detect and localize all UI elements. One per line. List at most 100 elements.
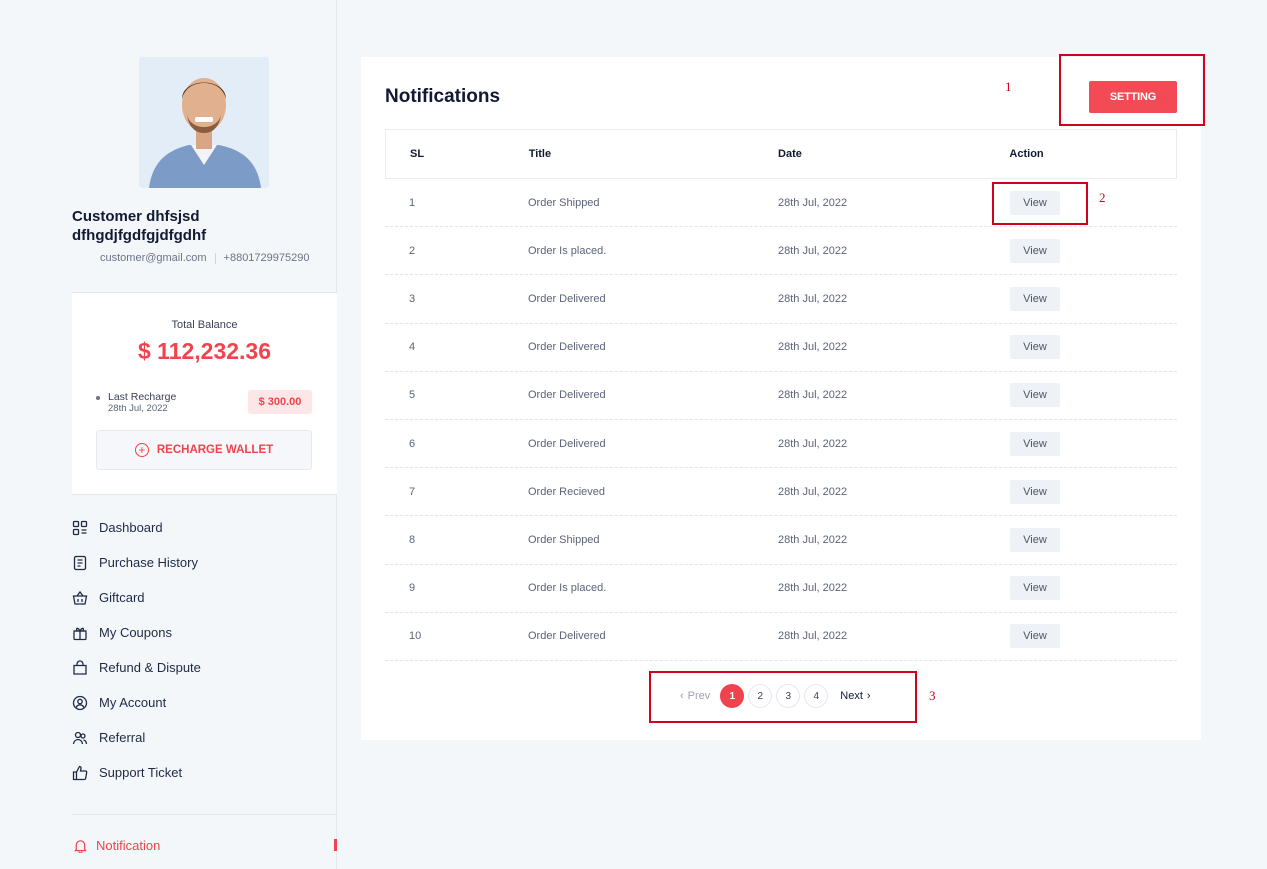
last-recharge-date: 28th Jul, 2022: [108, 403, 168, 414]
table-header: SL Title Date Action: [385, 129, 1177, 179]
row-action: View: [1010, 383, 1177, 408]
balance-amount: $ 112,232.36: [137, 338, 272, 364]
row-action: View: [1010, 286, 1177, 311]
table-row: 2 Order Is placed. 28th Jul, 2022 View: [385, 227, 1177, 276]
sidebar-item-support-ticket[interactable]: Support Ticket: [72, 755, 337, 790]
table-row: 8 Order Shipped 28th Jul, 2022 View: [385, 516, 1177, 565]
customer-email: customer@gmail.com: [100, 252, 207, 264]
table-row: 6 Order Delivered 28th Jul, 2022 View: [385, 420, 1177, 469]
row-title: Order Recieved: [528, 485, 606, 498]
row-title: Order Shipped: [528, 533, 600, 546]
row-sl: 2: [409, 244, 416, 257]
dashboard-icon: [72, 520, 88, 536]
row-sl: 7: [409, 485, 416, 498]
row-date: 28th Jul, 2022: [778, 341, 848, 354]
row-date: 28th Jul, 2022: [778, 630, 848, 643]
row-date: 28th Jul, 2022: [778, 485, 848, 498]
thumbs-up-icon: [72, 765, 88, 781]
avatar: [139, 57, 269, 188]
divider: [214, 252, 216, 264]
view-button[interactable]: View: [1010, 286, 1060, 311]
sidebar-item-giftcard[interactable]: Giftcard: [72, 580, 337, 615]
last-recharge-amount: $ 300.00: [248, 390, 312, 414]
row-title: Order Shipped: [528, 196, 600, 209]
view-button[interactable]: View: [1010, 431, 1060, 456]
view-button[interactable]: View: [1010, 238, 1060, 263]
row-date: 28th Jul, 2022: [778, 196, 848, 209]
row-date: 28th Jul, 2022: [778, 533, 848, 546]
avatar-photo: [139, 57, 269, 188]
row-date: 28th Jul, 2022: [778, 582, 848, 595]
row-action: View: [1010, 479, 1177, 504]
sidebar-item-label: Support Ticket: [99, 765, 183, 780]
sidebar-item-label: Dashboard: [99, 520, 163, 535]
recharge-wallet-button[interactable]: + RECHARGE WALLET: [96, 430, 312, 470]
user-circle-icon: [72, 695, 88, 711]
table-row: 10 Order Delivered 28th Jul, 2022 View: [385, 613, 1177, 661]
row-title: Order Delivered: [528, 437, 606, 450]
sidebar-item-referral[interactable]: Referral: [72, 720, 337, 755]
annotation-box-setting: [1059, 54, 1205, 126]
row-title: Order Is placed.: [528, 244, 607, 257]
table-row: 3 Order Delivered 28th Jul, 2022 View: [385, 275, 1177, 324]
notifications-card: Notifications SETTING SL Title Date Acti…: [361, 57, 1201, 740]
users-icon: [72, 730, 88, 746]
page-title: Notifications: [385, 86, 501, 107]
last-recharge-label: Last Recharge: [108, 391, 177, 403]
sidebar-menu: Dashboard Purchase History Giftcard My C…: [72, 510, 337, 790]
row-title: Order Delivered: [528, 630, 606, 643]
sidebar-item-my-account[interactable]: My Account: [72, 685, 337, 720]
row-action: View: [1010, 335, 1177, 360]
row-action: View: [1010, 576, 1177, 601]
wallet-card: Total Balance $ 112,232.36 Last Recharge…: [72, 292, 337, 495]
sidebar-item-label: Referral: [99, 730, 146, 745]
last-recharge: Last Recharge 28th Jul, 2022: [96, 391, 176, 415]
table-row: 5 Order Delivered 28th Jul, 2022 View: [385, 372, 1177, 420]
bell-icon: [72, 837, 88, 853]
annotation-label: 1: [1005, 79, 1012, 94]
row-title: Order Delivered: [528, 341, 606, 354]
table-row: 9 Order Is placed. 28th Jul, 2022 View: [385, 565, 1177, 613]
basket-icon: [72, 590, 88, 606]
sidebar-item-refund-dispute[interactable]: Refund & Dispute: [72, 650, 337, 685]
contact-info: customer@gmail.com +8801729975290: [100, 252, 310, 264]
bullet-icon: [96, 396, 100, 400]
row-sl: 3: [409, 292, 416, 305]
view-button[interactable]: View: [1010, 479, 1060, 504]
receipt-icon: [72, 555, 88, 571]
row-sl: 9: [409, 582, 416, 595]
row-sl: 1: [409, 196, 416, 209]
annotation-label: 3: [929, 688, 936, 703]
view-button[interactable]: View: [1010, 335, 1060, 360]
divider: [72, 814, 337, 815]
sidebar-item-notification[interactable]: Notification: [72, 836, 337, 854]
gift-icon: [72, 625, 88, 641]
view-button[interactable]: View: [1010, 576, 1060, 601]
row-action: View: [1010, 624, 1177, 649]
view-button[interactable]: View: [1010, 624, 1060, 649]
sidebar-item-my-coupons[interactable]: My Coupons: [72, 615, 337, 650]
column-header-title: Title: [528, 148, 552, 160]
column-header-date: Date: [778, 148, 802, 160]
sidebar-item-label: My Coupons: [99, 625, 172, 640]
view-button[interactable]: View: [1010, 527, 1060, 552]
row-sl: 4: [409, 341, 416, 354]
view-button[interactable]: View: [1010, 383, 1060, 408]
plus-circle-icon: +: [134, 443, 149, 457]
row-title: Order Is placed.: [528, 582, 607, 595]
row-sl: 6: [409, 437, 416, 450]
sidebar-item-label: My Account: [99, 695, 167, 710]
annotation-label: 2: [1099, 190, 1106, 205]
row-date: 28th Jul, 2022: [778, 437, 848, 450]
sidebar-item-dashboard[interactable]: Dashboard: [72, 510, 337, 545]
sidebar-item-label: Notification: [96, 837, 161, 853]
active-indicator: [334, 839, 337, 851]
sidebar-item-purchase-history[interactable]: Purchase History: [72, 545, 337, 580]
table-row: 7 Order Recieved 28th Jul, 2022 View: [385, 468, 1177, 517]
table-row: 4 Order Delivered 28th Jul, 2022 View: [385, 324, 1177, 372]
balance-label: Total Balance: [171, 319, 238, 331]
row-action: View: [1010, 431, 1177, 456]
row-date: 28th Jul, 2022: [778, 292, 848, 305]
row-action: View: [1010, 527, 1177, 552]
sidebar: Customer dhfsjsd dfhgdjfgdfgjdfgdhf cust…: [0, 0, 337, 869]
